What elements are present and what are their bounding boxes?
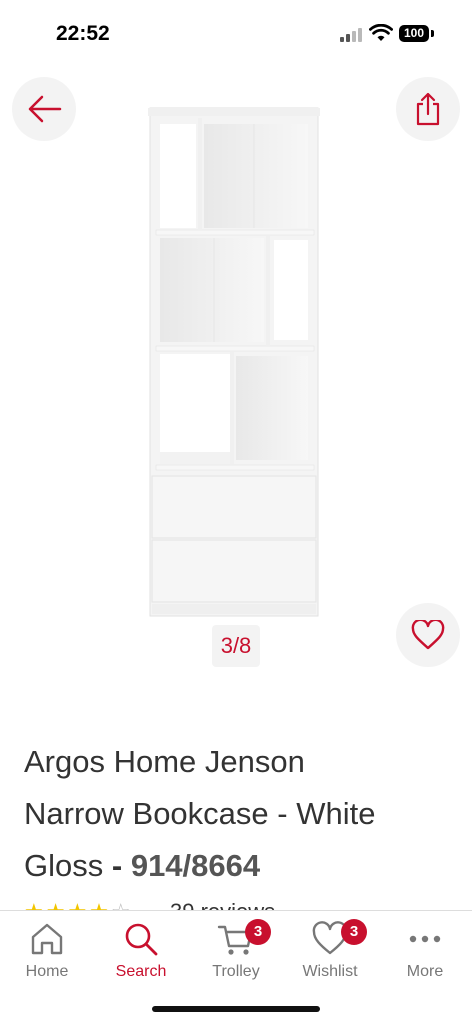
product-title-line: Gloss (24, 848, 104, 883)
tab-label: More (406, 963, 444, 980)
wifi-icon (369, 24, 393, 41)
status-bar: 22:52 100 (0, 0, 472, 68)
wishlist-count-badge: 3 (341, 919, 367, 945)
tab-trolley[interactable]: 3 Trolley (189, 911, 283, 995)
title-separator: - (111, 848, 123, 883)
heart-icon (411, 620, 445, 650)
battery-icon: 100 (399, 25, 429, 42)
tab-label: Home (25, 963, 69, 980)
tab-more[interactable]: More (378, 911, 472, 995)
share-button[interactable] (396, 77, 460, 141)
product-title: Argos Home Jenson Narrow Bookcase - Whit… (24, 736, 454, 892)
home-indicator (152, 1006, 320, 1012)
product-title-line: Narrow Bookcase - White (24, 796, 376, 831)
tab-label: Search (115, 963, 167, 980)
product-title-line: Argos Home Jenson (24, 744, 305, 779)
share-icon (416, 92, 440, 126)
tab-search[interactable]: Search (94, 911, 188, 995)
tab-wishlist[interactable]: 3 Wishlist (283, 911, 377, 995)
image-counter: 3/8 (212, 625, 260, 667)
product-title-line: Gloss - 914/8664 (24, 840, 454, 892)
arrow-left-icon (28, 95, 62, 123)
tab-home[interactable]: Home (0, 911, 94, 995)
more-icon (409, 935, 441, 943)
product-image[interactable] (142, 100, 332, 630)
status-time: 22:52 (56, 22, 110, 45)
battery-cap (431, 30, 434, 37)
tab-label: Wishlist (302, 963, 358, 980)
signal-icon (340, 28, 364, 42)
tab-label: Trolley (212, 963, 260, 980)
home-icon (31, 923, 63, 955)
product-sku: 914/8664 (130, 848, 261, 883)
search-icon (125, 923, 158, 956)
add-to-wishlist-button[interactable] (396, 603, 460, 667)
trolley-count-badge: 3 (245, 919, 271, 945)
back-button[interactable] (12, 77, 76, 141)
